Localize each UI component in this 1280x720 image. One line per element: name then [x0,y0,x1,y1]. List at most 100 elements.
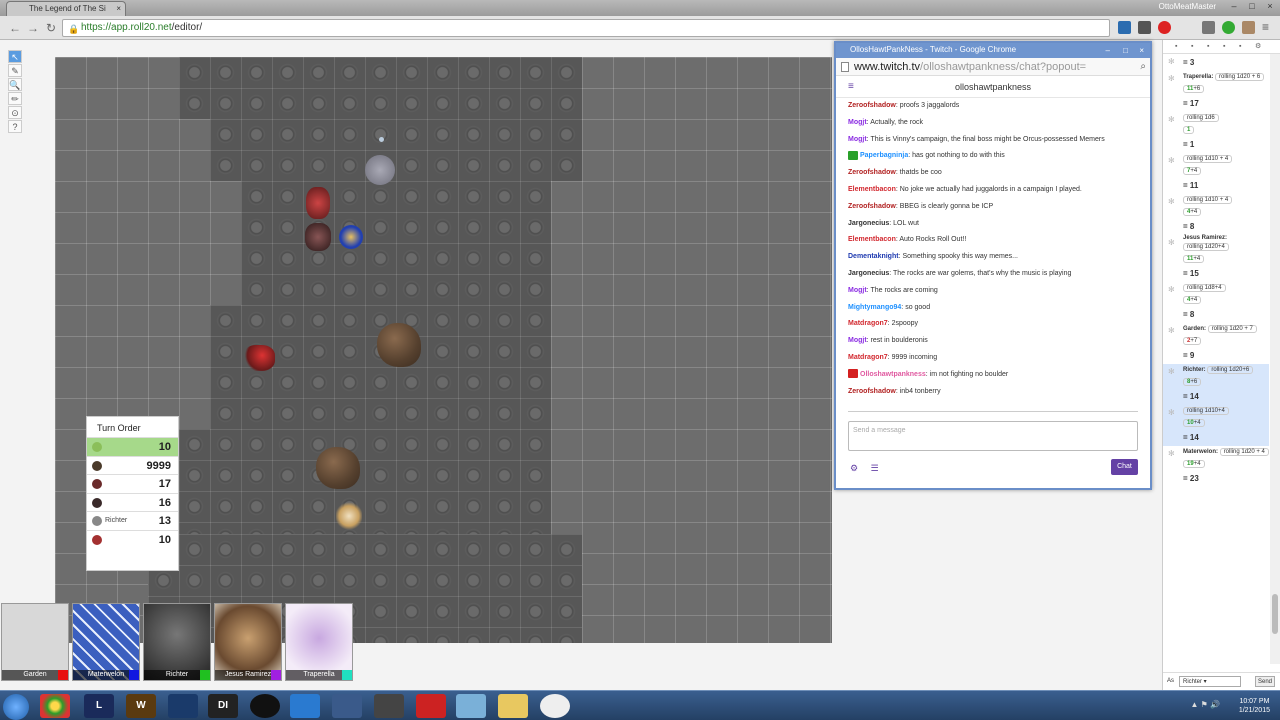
tab-close-icon[interactable]: × [116,2,121,16]
player-portrait[interactable]: Traperella [285,603,353,681]
menu-icon[interactable]: ≡ [1262,21,1275,34]
send-button[interactable]: Send [1255,676,1275,687]
rogue-token[interactable] [305,223,331,251]
settings-tab-icon[interactable]: ⚙ [1255,43,1263,51]
chat-username[interactable]: Jargonecius [848,270,889,277]
chat-username[interactable]: Zeroofshadow [848,388,896,395]
roll-formula[interactable]: rolling 1d10 + 4 [1183,196,1233,204]
turn-order-panel[interactable]: Turn Order 10 9999 17 16 Richter 13 10 [86,416,179,571]
chat-username[interactable]: Mogjt [848,119,867,126]
chat-username[interactable]: Elementbacon [848,186,896,193]
chat-tab-icon[interactable]: ▪ [1175,43,1183,51]
roll-formula[interactable]: rolling 1d10+4 [1183,407,1229,415]
chat-username[interactable]: Zeroofshadow [848,169,896,176]
player-portrait[interactable]: Jesus Ramirez [214,603,282,681]
roll-formula[interactable]: rolling 1d20 + 4 [1219,448,1269,456]
extension-icon[interactable] [1222,21,1235,34]
chat-username[interactable]: Jargonecius [848,220,889,227]
player-portrait[interactable]: Materwelon [72,603,140,681]
mage-token[interactable] [339,225,363,249]
warrior-token[interactable] [306,187,330,219]
art-tab-icon[interactable]: ▪ [1191,43,1199,51]
chat-username[interactable]: Dementaknight [848,253,899,260]
chat-username[interactable]: Elementbacon [848,236,896,243]
scrollbar-thumb[interactable] [1272,594,1278,634]
boulder-token[interactable] [316,447,360,489]
turn-order-row[interactable]: Richter 13 [87,511,178,530]
scrollbar[interactable] [1270,54,1280,664]
chat-input[interactable]: Send a message [848,421,1138,451]
chat-username[interactable]: Zeroofshadow [848,203,896,210]
explorer-icon[interactable] [498,694,528,718]
forward-icon[interactable]: → [26,20,40,36]
red-creature-token[interactable] [243,345,275,371]
extension-icon[interactable] [1202,21,1215,34]
boulder-token[interactable] [377,323,421,367]
turn-order-row[interactable]: 10 [87,529,178,549]
clock[interactable]: 10:07 PM 1/21/2015 [1239,697,1270,715]
menu-icon[interactable]: ≡ [848,76,854,98]
roll-formula[interactable]: rolling 1d20+4 [1183,243,1229,251]
jukebox-tab-icon[interactable]: ▪ [1223,43,1231,51]
di-icon[interactable]: DI [208,694,238,718]
turn-order-row[interactable]: 10 [87,437,178,456]
chat-username[interactable]: Matdragon7 [848,354,888,361]
close-window-icon[interactable]: × [1139,44,1144,58]
maximize-icon[interactable]: □ [1123,44,1128,58]
app-icon[interactable] [416,694,446,718]
roll-formula[interactable]: rolling 1d20 + 7 [1207,325,1257,333]
ruler-tool-icon[interactable]: ✏ [8,92,22,105]
chat-username[interactable]: Mogjt [848,287,867,294]
journal-tab-icon[interactable]: ▪ [1207,43,1215,51]
extension-icon[interactable] [1242,21,1255,34]
profile-name[interactable]: OttoMeatMaster [1159,2,1216,11]
gear-icon[interactable]: ⚙ [850,463,858,473]
marker-token[interactable] [379,137,384,142]
help-icon[interactable]: ? [8,120,22,133]
chat-username[interactable]: Zeroofshadow [848,102,896,109]
maximize-icon[interactable]: □ [1244,1,1260,13]
app-icon[interactable] [168,694,198,718]
fog-tool-icon[interactable]: ⊙ [8,106,22,119]
system-tray[interactable]: ▲ ⚑ 🔊 [1191,700,1221,709]
chrome-icon[interactable] [40,694,70,718]
minimize-icon[interactable]: – [1226,1,1242,13]
chat-username[interactable]: Paperbagninja [860,152,908,159]
search-icon[interactable]: ⌕ [1140,58,1146,76]
warcraft-icon[interactable]: W [126,694,156,718]
select-tool-icon[interactable]: ↖ [8,50,22,63]
chat-username[interactable]: Matdragon7 [848,320,888,327]
league-icon[interactable]: L [84,694,114,718]
chat-username[interactable]: Mogjt [848,136,867,143]
close-window-icon[interactable]: × [1262,1,1278,13]
ghost-token[interactable] [365,155,395,185]
turn-order-row[interactable]: 9999 [87,455,178,475]
back-icon[interactable]: ← [8,20,22,36]
app-icon[interactable] [540,694,570,718]
browser-tab[interactable]: The Legend of The Si × [6,1,126,16]
roll-formula[interactable]: rolling 1d20 + 6 [1215,73,1265,81]
minimize-icon[interactable]: – [1106,44,1110,58]
list-icon[interactable]: ☰ [871,463,879,473]
chat-username[interactable]: Olloshawtpankness [860,371,926,378]
turn-order-row[interactable]: 17 [87,474,178,493]
draw-tool-icon[interactable]: ✎ [8,64,22,77]
roll-formula[interactable]: rolling 1d6 [1183,114,1219,122]
steam-icon[interactable] [250,694,280,718]
roll-formula[interactable]: rolling 1d10 + 4 [1183,155,1233,163]
chat-button[interactable]: Chat [1111,459,1138,475]
player-portrait[interactable]: Richter [143,603,211,681]
turn-order-row[interactable]: 16 [87,492,178,512]
start-button[interactable] [3,694,29,720]
extension-icon[interactable] [1138,21,1151,34]
twitch-url-bar[interactable]: www.twitch.tv/olloshawtpankness/chat?pop… [836,58,1150,76]
speak-as-select[interactable]: Richter ▾ [1179,676,1241,687]
player-portrait[interactable]: Garden [1,603,69,681]
roll-formula[interactable]: rolling 1d20+6 [1207,366,1254,374]
roll-formula[interactable]: rolling 1d8+4 [1183,284,1226,292]
chat-username[interactable]: Mightymango94 [848,304,901,311]
winged-token[interactable] [336,501,362,531]
zoom-tool-icon[interactable]: 🔍 [8,78,22,91]
obs-icon[interactable] [374,694,404,718]
app-icon[interactable] [332,694,362,718]
